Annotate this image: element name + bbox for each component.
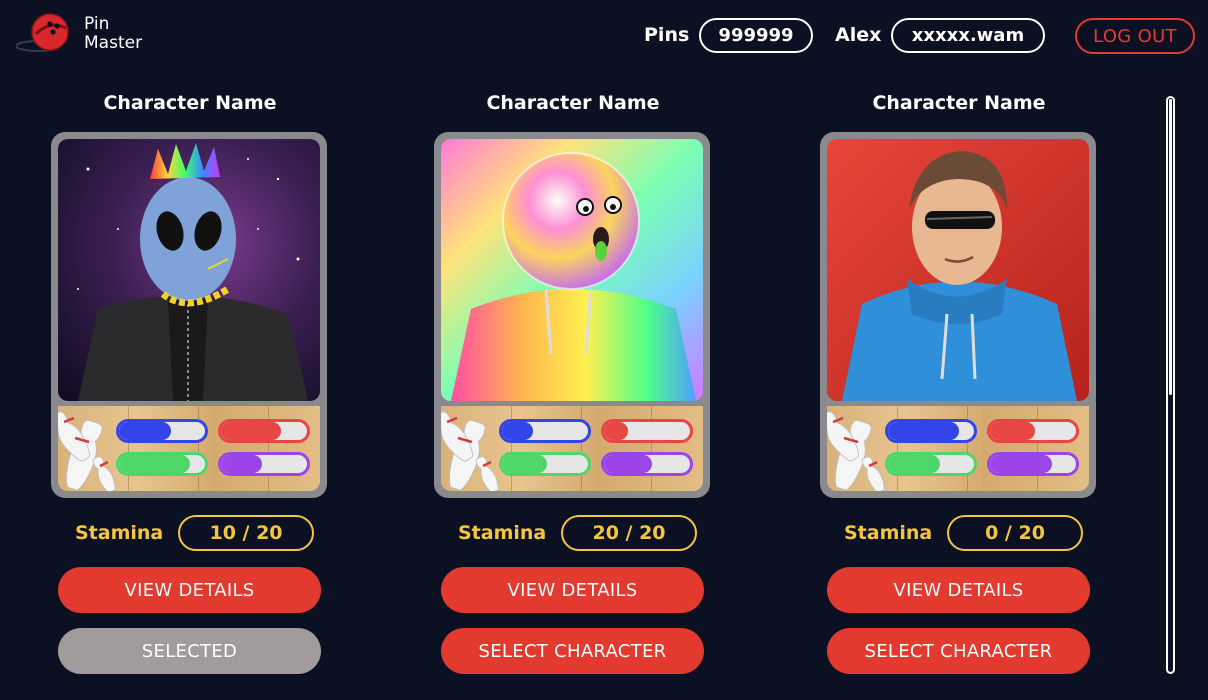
app-root: Pin Master Pins 999999 Alex xxxxx.wam LO…: [0, 0, 1208, 700]
stat-bar-red: [987, 419, 1079, 443]
character-stats-panel: [441, 406, 703, 491]
character-portrait-image: [827, 139, 1089, 401]
stat-bar-red: [601, 419, 693, 443]
selected-button[interactable]: SELECTED: [58, 628, 321, 674]
stat-fill: [888, 422, 959, 440]
character-name: Character Name: [103, 92, 277, 114]
stamina-value: 10 / 20: [178, 515, 314, 551]
stamina-value: 20 / 20: [561, 515, 697, 551]
stat-bar-purple: [987, 452, 1079, 476]
stat-fill: [119, 422, 171, 440]
stat-bar-blue: [885, 419, 977, 443]
character-stats-panel: [58, 406, 320, 491]
stamina-label: Stamina: [75, 522, 164, 544]
stat-fill: [888, 455, 940, 473]
logo-line-1: Pin: [84, 14, 110, 34]
stat-bar-green: [499, 452, 591, 476]
bowling-pins-icon: [441, 411, 499, 491]
bowling-pins-icon: [827, 411, 885, 491]
stat-fill: [990, 422, 1035, 440]
select-character-button[interactable]: SELECT CHARACTER: [441, 628, 704, 674]
stat-fill: [502, 422, 533, 440]
stamina-label: Stamina: [458, 522, 547, 544]
character-card-frame[interactable]: [51, 132, 327, 498]
pins-balance: 999999: [699, 18, 813, 53]
pin-master-logo[interactable]: Pin Master: [16, 12, 166, 56]
character-portrait-image: [58, 139, 320, 401]
view-details-button[interactable]: VIEW DETAILS: [827, 567, 1090, 613]
character-name: Character Name: [486, 92, 660, 114]
stat-fill: [990, 455, 1052, 473]
logo-line-2: Master: [84, 33, 143, 53]
stat-fill: [221, 455, 263, 473]
character-portrait: [58, 139, 320, 401]
character-name: Character Name: [872, 92, 1046, 114]
scrollbar-track[interactable]: [1166, 96, 1175, 674]
wallet-address: xxxxx.wam: [891, 18, 1045, 53]
stamina-value: 0 / 20: [947, 515, 1083, 551]
character-card-frame[interactable]: [434, 132, 710, 498]
stat-fill: [221, 422, 282, 440]
bowling-ball-logo-icon: [16, 13, 69, 52]
character-portrait: [827, 139, 1089, 401]
stat-fill: [119, 455, 191, 473]
logo-text: Pin Master: [84, 15, 142, 53]
character-portrait: [441, 139, 703, 401]
stamina-label: Stamina: [844, 522, 933, 544]
stat-bar-purple: [218, 452, 310, 476]
stat-bar-purple: [601, 452, 693, 476]
view-details-button[interactable]: VIEW DETAILS: [58, 567, 321, 613]
pins-label: Pins: [644, 24, 690, 46]
stat-fill: [502, 455, 547, 473]
stat-fill: [604, 455, 653, 473]
character-stats-panel: [827, 406, 1089, 491]
stat-bar-blue: [499, 419, 591, 443]
stat-fill: [604, 422, 629, 440]
stat-bar-red: [218, 419, 310, 443]
stat-bar-green: [116, 452, 208, 476]
logout-button[interactable]: LOG OUT: [1075, 18, 1195, 54]
character-card-frame[interactable]: [820, 132, 1096, 498]
user-name: Alex: [835, 24, 882, 46]
select-character-button[interactable]: SELECT CHARACTER: [827, 628, 1090, 674]
stat-bar-blue: [116, 419, 208, 443]
view-details-button[interactable]: VIEW DETAILS: [441, 567, 704, 613]
stat-bar-green: [885, 452, 977, 476]
bowling-pins-icon: [58, 411, 116, 491]
character-portrait-image: [441, 139, 703, 401]
scrollbar-thumb[interactable]: [1169, 99, 1172, 395]
